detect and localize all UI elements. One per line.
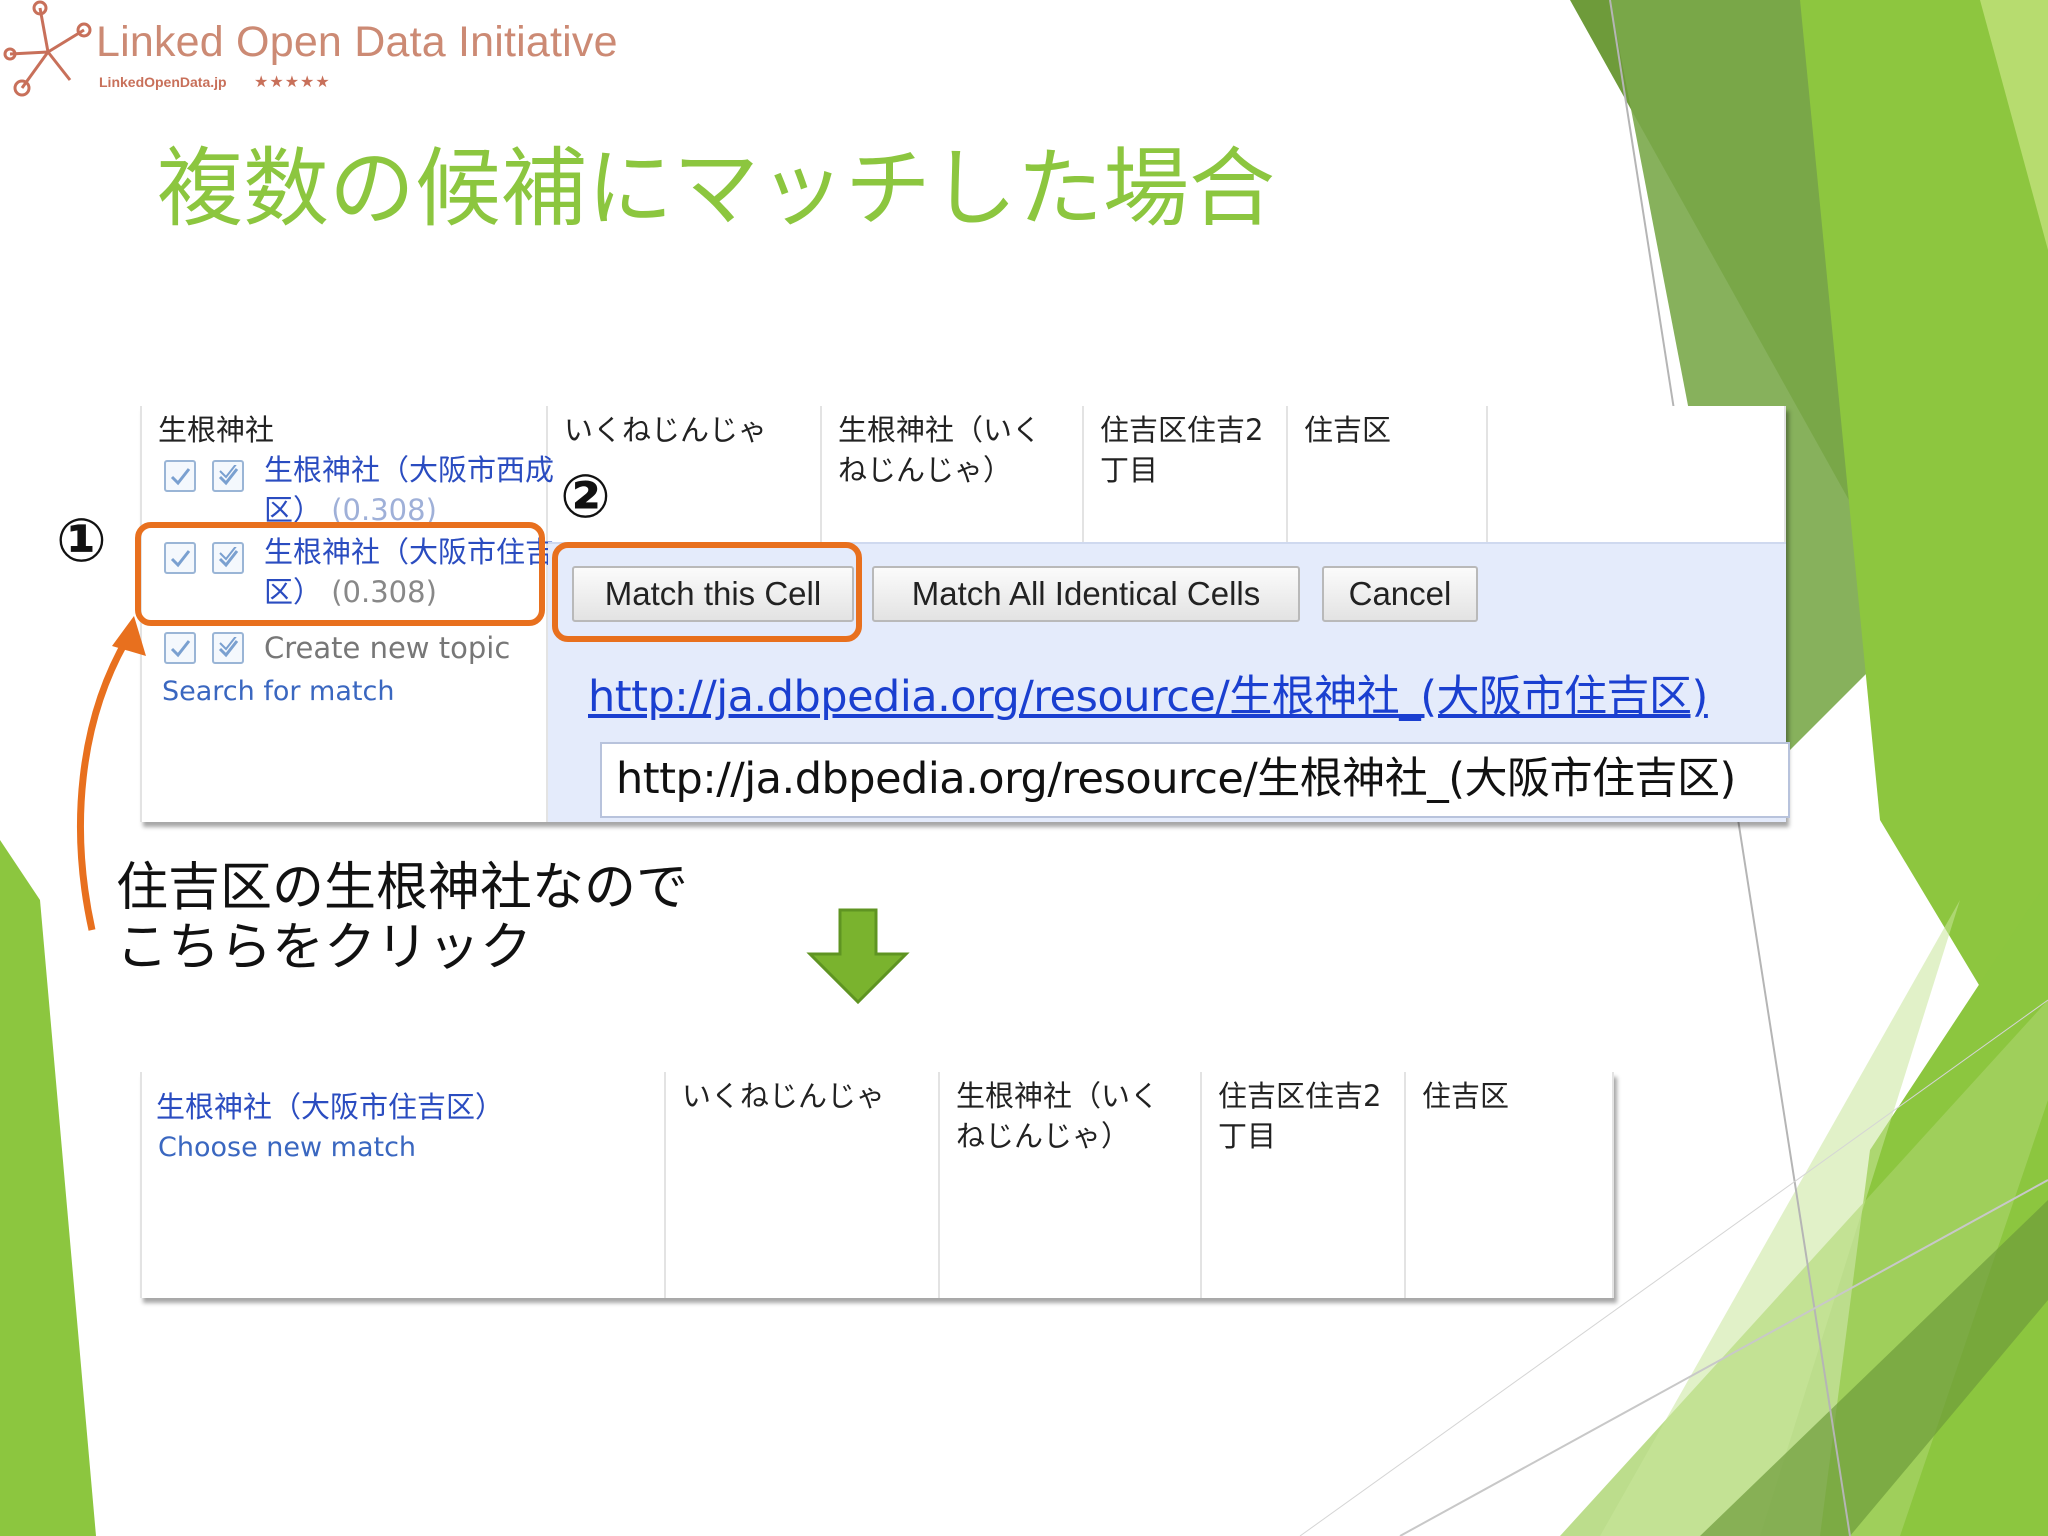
logo-stars: ★★★★★ [254,72,331,91]
cell-text: 生根神社（いくねじんじゃ） [838,413,1042,487]
lod-logo-icon [3,0,92,97]
table-cell: 住吉区住吉2丁目 [1084,406,1288,542]
logo-title: Linked Open Data Initiative [96,18,618,66]
cell-text: 住吉区 [1422,1079,1510,1113]
cell-text: いくねじんじゃ [564,413,768,447]
logo-subtitle: LinkedOpenData.jp [99,74,227,90]
match-checkbox-icon[interactable] [164,632,196,664]
resource-uri-link[interactable]: http://ja.dbpedia.org/resource/生根神社_(大阪市… [588,662,1708,724]
match-checkbox-icon[interactable] [164,460,196,492]
search-for-match-link[interactable]: Search for match [162,676,394,707]
candidate-label[interactable]: 生根神社（大阪市西成区） (0.308) [264,450,554,530]
step-2-marker: ② [560,462,611,532]
matched-cell: 生根神社（大阪市住吉区） Choose new match [140,1072,666,1298]
cell-text: いくねじんじゃ [682,1079,886,1113]
choose-new-match-link[interactable]: Choose new match [158,1132,416,1163]
cell-text: 住吉区住吉2丁目 [1218,1079,1382,1153]
table-cell: 住吉区 [1406,1072,1614,1298]
down-arrow-icon [806,908,910,1005]
resource-uri-input[interactable]: http://ja.dbpedia.org/resource/生根神社_(大阪市… [600,742,1790,818]
table-cell: 生根神社（いくねじんじゃ） [940,1072,1202,1298]
table-cell [1488,406,1786,542]
cell-text: 住吉区 [1304,413,1392,447]
step-1-marker: ① [56,506,107,576]
table-cell: 生根神社（いくねじんじゃ） [822,406,1084,542]
table-cell: いくねじんじゃ [666,1072,940,1298]
match-all-checkbox-icon[interactable] [212,460,244,492]
create-new-topic[interactable]: Create new topic [264,628,554,668]
match-all-identical-cells-button[interactable]: Match All Identical Cells [872,566,1300,622]
button-highlight-box [552,542,862,642]
table-cell: 住吉区住吉2丁目 [1202,1072,1406,1298]
cell-value: 生根神社 [158,413,275,447]
instruction-caption: 住吉区の生根神社なので こちらをクリック [116,858,689,978]
cell-text: 住吉区住吉2丁目 [1100,413,1264,487]
cancel-button[interactable]: Cancel [1322,566,1478,622]
match-all-checkbox-icon[interactable] [212,632,244,664]
page-title: 複数の候補にマッチした場合 [157,139,1275,239]
candidate-highlight-box [135,522,545,626]
matched-entity-link[interactable]: 生根神社（大阪市住吉区） [156,1084,504,1126]
table-cell: 住吉区 [1288,406,1488,542]
result-panel: 生根神社（大阪市住吉区） Choose new match いくねじんじゃ 生根… [140,1072,1614,1298]
cell-text: 生根神社（いくねじんじゃ） [956,1079,1160,1153]
